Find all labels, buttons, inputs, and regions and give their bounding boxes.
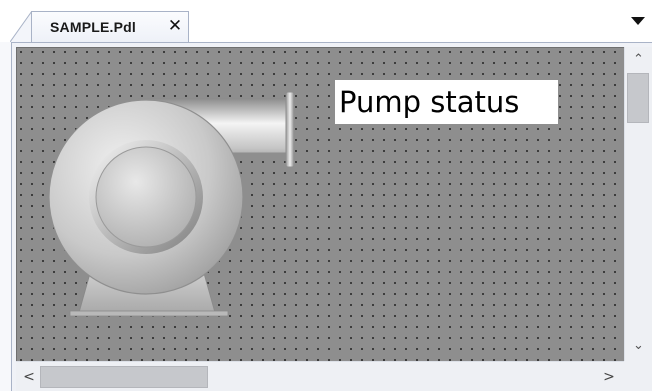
document-tab[interactable]: SAMPLE.Pdl ✕ xyxy=(31,11,189,42)
editor-window: SAMPLE.Pdl ✕ Pump status ⌃ ⌄ < > xyxy=(0,0,652,391)
chevron-left-icon[interactable]: < xyxy=(18,365,40,389)
document-tab-label: SAMPLE.Pdl xyxy=(50,19,137,35)
pump-graphic[interactable] xyxy=(48,80,303,320)
graphics-canvas[interactable]: Pump status xyxy=(16,47,624,361)
document-tab-bar: SAMPLE.Pdl ✕ xyxy=(0,0,652,42)
pump-status-label[interactable]: Pump status xyxy=(335,80,558,124)
chevron-up-icon[interactable]: ⌃ xyxy=(625,49,652,71)
vertical-scrollbar[interactable]: ⌃ ⌄ xyxy=(624,47,652,361)
triangle-down-icon[interactable] xyxy=(628,8,648,32)
horizontal-scrollbar[interactable]: < > xyxy=(16,361,624,391)
horizontal-scroll-thumb[interactable] xyxy=(40,366,208,388)
vertical-scroll-thumb[interactable] xyxy=(627,73,649,123)
scrollbar-corner xyxy=(624,361,652,391)
close-icon[interactable]: ✕ xyxy=(166,16,184,36)
chevron-right-icon[interactable]: > xyxy=(598,365,620,389)
chevron-down-icon[interactable]: ⌄ xyxy=(625,335,652,357)
